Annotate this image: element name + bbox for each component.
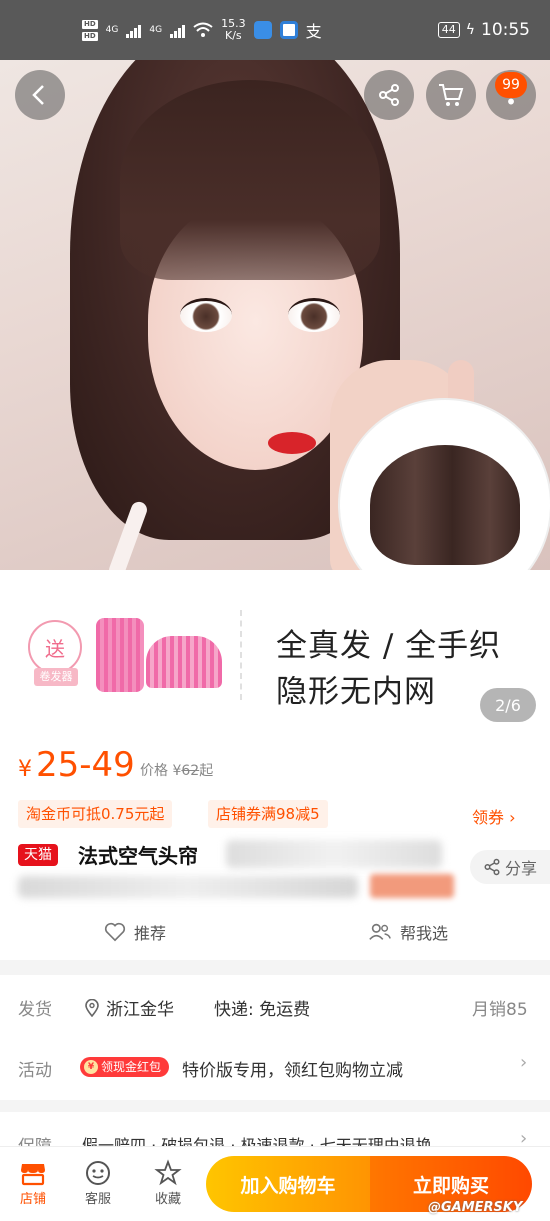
blurred-tag bbox=[370, 874, 454, 898]
express-fee: 快递: 免运费 bbox=[214, 1000, 311, 1020]
share-icon bbox=[484, 858, 500, 876]
customer-service-tab[interactable]: 客服 bbox=[73, 1158, 123, 1207]
original-price-label: 价格 bbox=[140, 763, 168, 779]
sim2-badge: HD bbox=[82, 31, 98, 41]
help-choose-label: 帮我选 bbox=[400, 924, 449, 943]
net2-label: 4G bbox=[149, 25, 163, 35]
recommend-button[interactable]: 推荐 bbox=[104, 920, 166, 944]
chevron-right-icon: › bbox=[509, 808, 516, 827]
net-speed: 15.3 K/s bbox=[221, 18, 246, 42]
alipay-icon: 支 bbox=[305, 22, 322, 41]
share-icon bbox=[379, 84, 399, 106]
watermark: @GAMERSKY bbox=[428, 1200, 523, 1215]
promo-line-1: 全真发 / 全手织 bbox=[276, 628, 502, 664]
add-to-cart-button[interactable]: 加入购物车 bbox=[206, 1156, 370, 1212]
recommend-label: 推荐 bbox=[134, 924, 167, 943]
original-price: 价格 ¥62起 bbox=[140, 760, 213, 780]
message-count-badge: 99 bbox=[495, 72, 527, 98]
service-label: 客服 bbox=[84, 1192, 111, 1207]
clock: 10:55 bbox=[481, 20, 530, 40]
shipping-card bbox=[0, 975, 550, 1100]
price: ¥ 25-49 bbox=[18, 745, 135, 785]
claim-coupon-link[interactable]: 领券 › bbox=[472, 804, 516, 828]
status-left: HD HD 4G 4G 15.3 K/s 支 bbox=[82, 18, 322, 42]
product-page: HD HD 4G 4G 15.3 K/s 支 44 ϟ 10:55 • 99 送… bbox=[0, 0, 550, 1221]
back-button[interactable] bbox=[15, 70, 65, 120]
red-packet-label: 领现金红包 bbox=[101, 1060, 162, 1074]
gift-tag: 卷发器 bbox=[34, 668, 78, 686]
ship-label: 发货 bbox=[18, 1000, 52, 1020]
chevron-left-icon bbox=[32, 85, 44, 105]
monthly-sales: 月销85 bbox=[472, 1000, 528, 1020]
heart-icon bbox=[104, 922, 126, 942]
location-pin-icon bbox=[85, 998, 99, 1017]
blurred-title-line2 bbox=[18, 876, 358, 898]
tmall-badge: 天猫 bbox=[18, 844, 58, 866]
curler-image-2 bbox=[146, 636, 222, 688]
status-right: 44 ϟ 10:55 bbox=[437, 20, 530, 40]
share-label: 分享 bbox=[504, 859, 537, 878]
promo-divider bbox=[240, 610, 242, 700]
promo-line-2: 隐形无内网 bbox=[276, 674, 436, 710]
chevron-right-icon[interactable]: › bbox=[520, 1052, 527, 1073]
model-lips bbox=[268, 432, 316, 454]
share-button[interactable] bbox=[364, 70, 414, 120]
original-price-suffix: 起 bbox=[199, 763, 214, 779]
taojinbi-coupon[interactable]: 淘金币可抵0.75元起 bbox=[18, 800, 173, 828]
browser-notification-icon bbox=[279, 21, 298, 39]
charging-icon: ϟ bbox=[465, 22, 475, 38]
sim1-badge: HD bbox=[82, 19, 98, 29]
red-packet-badge[interactable]: ¥ 领现金红包 bbox=[80, 1057, 170, 1077]
favorite-tab[interactable]: 收藏 bbox=[143, 1158, 193, 1207]
claim-coupon-label: 领券 bbox=[472, 808, 505, 827]
star-icon bbox=[154, 1159, 182, 1186]
store-coupon[interactable]: 店铺券满98减5 bbox=[208, 800, 328, 828]
gift-badge: 送 bbox=[28, 620, 82, 674]
blurred-title-part bbox=[226, 840, 442, 868]
gallery-pager: 2/6 bbox=[480, 688, 536, 722]
favorite-label: 收藏 bbox=[154, 1192, 181, 1207]
bangs-wig-image bbox=[370, 445, 520, 565]
net1-label: 4G bbox=[105, 25, 119, 35]
model-eye-left bbox=[180, 298, 232, 332]
shop-tab[interactable]: 店铺 bbox=[8, 1158, 58, 1207]
sim-badges: HD HD bbox=[82, 19, 98, 41]
price-currency: ¥ bbox=[18, 757, 32, 782]
share-product-button[interactable]: 分享 bbox=[470, 850, 550, 884]
ship-origin: 浙江金华 bbox=[84, 995, 174, 1020]
shop-label: 店铺 bbox=[19, 1192, 46, 1207]
signal1-icon bbox=[126, 22, 142, 38]
ship-origin-text: 浙江金华 bbox=[106, 1000, 174, 1020]
model-bangs bbox=[120, 80, 380, 280]
yuan-coin-icon: ¥ bbox=[84, 1060, 98, 1074]
price-range: 25-49 bbox=[36, 745, 135, 785]
app-notification-icon bbox=[253, 21, 272, 39]
store-icon bbox=[21, 1164, 45, 1186]
battery-icon: 44 bbox=[437, 22, 460, 38]
cart-icon bbox=[439, 84, 464, 106]
original-price-value: 62 bbox=[181, 763, 200, 779]
users-icon bbox=[369, 923, 391, 940]
product-gallery[interactable] bbox=[0, 60, 550, 570]
activity-label: 活动 bbox=[18, 1061, 52, 1081]
model-eye-right bbox=[288, 298, 340, 332]
curler-image bbox=[96, 618, 144, 692]
activity-text[interactable]: 特价版专用，领红包购物立减 bbox=[182, 1056, 403, 1081]
wifi-icon bbox=[193, 22, 213, 37]
cart-button[interactable] bbox=[426, 70, 476, 120]
signal2-icon bbox=[170, 22, 186, 38]
product-title: 法式空气头帘 bbox=[78, 844, 198, 868]
status-bar: HD HD 4G 4G 15.3 K/s 支 44 ϟ 10:55 bbox=[0, 0, 550, 60]
chat-face-icon bbox=[86, 1161, 110, 1185]
net-speed-unit: K/s bbox=[225, 29, 242, 42]
help-choose-button[interactable]: 帮我选 bbox=[368, 920, 448, 944]
